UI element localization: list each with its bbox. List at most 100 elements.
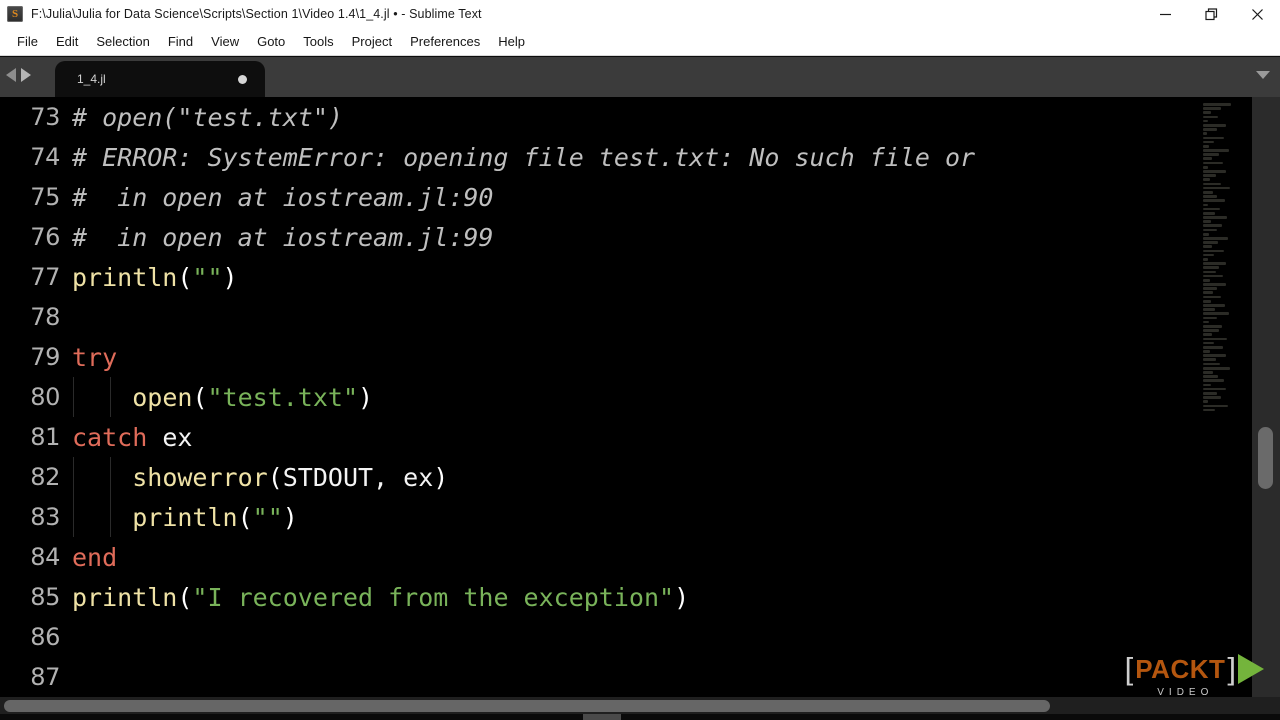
minimap-line (1203, 140, 1214, 144)
code-token: ( (177, 262, 193, 292)
minimap-line (1203, 304, 1225, 307)
menu-item-help[interactable]: Help (489, 31, 534, 52)
code-token: ( (237, 502, 253, 532)
minimap-line (1203, 278, 1211, 282)
minimize-button[interactable] (1142, 0, 1188, 28)
vertical-scrollbar[interactable] (1252, 97, 1280, 697)
line-number: 73 (30, 103, 60, 131)
horizontal-scrollbar-thumb[interactable] (4, 700, 1050, 712)
code-line-content: # ERROR: SystemError: opening file test.… (72, 137, 1200, 177)
minimap-line (1203, 324, 1222, 328)
code-token: "I recovered from the exception" (192, 582, 675, 612)
minimap-line (1203, 211, 1215, 215)
minimap-line (1203, 337, 1228, 341)
menu-item-file[interactable]: File (8, 31, 47, 52)
minimap-line (1203, 396, 1221, 399)
minimap-line (1203, 274, 1223, 278)
code-line[interactable]: 74 # ERROR: SystemError: opening file tes… (0, 137, 1200, 177)
minimap-line (1203, 366, 1230, 370)
menu-item-edit[interactable]: Edit (47, 31, 87, 52)
code-line-content: showerror(STDOUT, ex) (72, 457, 1200, 497)
code-area[interactable]: 73 # open("test.txt") 74 # ERROR: SystemErr… (0, 97, 1200, 697)
minimap-line (1203, 362, 1221, 366)
code-token: println (72, 262, 178, 292)
code-token: ) (674, 582, 690, 612)
code-token: println (132, 502, 238, 532)
menu-item-preferences[interactable]: Preferences (401, 31, 489, 52)
code-minimap[interactable] (1200, 97, 1252, 697)
code-line[interactable]: 87 (0, 657, 1200, 697)
code-line[interactable]: 79 try (0, 337, 1200, 377)
code-line[interactable]: 75 # in open at iostream.jl:90 (0, 177, 1200, 217)
menu-item-goto[interactable]: Goto (248, 31, 294, 52)
minimap-line (1203, 345, 1223, 349)
line-number: 75 (30, 183, 60, 211)
line-number: 84 (30, 543, 60, 571)
minimap-line (1203, 224, 1222, 228)
tab-bar: 1_4.jl (0, 57, 1280, 98)
video-player-control[interactable] (583, 714, 621, 720)
minimap-line (1203, 132, 1207, 135)
code-token: # in open at iostream.jl:99 (72, 222, 494, 252)
minimap-line (1203, 174, 1216, 177)
chevron-left-icon[interactable] (6, 68, 16, 82)
minimap-line (1203, 316, 1217, 320)
code-line[interactable]: 80 open("test.txt") (0, 377, 1200, 417)
minimap-line (1203, 287, 1218, 290)
line-number: 79 (30, 343, 60, 371)
code-line[interactable]: 85 println("I recovered from the exceptio… (0, 577, 1200, 617)
close-button[interactable] (1234, 0, 1280, 28)
code-line[interactable]: 82 showerror(STDOUT, ex) (0, 457, 1200, 497)
tab-modified-indicator[interactable] (238, 74, 247, 84)
code-token: ) (433, 462, 449, 492)
minimap-line (1203, 241, 1219, 244)
minimap-line (1203, 257, 1209, 261)
minimap-line (1203, 283, 1227, 286)
code-line[interactable]: 78 (0, 297, 1200, 337)
code-line-content: end (72, 537, 1200, 577)
code-line-content: # in open at iostream.jl:99 (72, 217, 1200, 257)
menu-item-tools[interactable]: Tools (294, 31, 342, 52)
minimap-line (1203, 245, 1212, 249)
menu-item-view[interactable]: View (202, 31, 248, 52)
tab-1_4-jl[interactable]: 1_4.jl (55, 61, 265, 97)
code-line-content (72, 617, 1200, 657)
indent-guide (73, 377, 74, 417)
code-token: ) (358, 382, 374, 412)
code-line[interactable]: 73 # open("test.txt") (0, 97, 1200, 137)
line-number: 81 (30, 423, 60, 451)
minimap-line (1203, 115, 1219, 119)
code-line[interactable]: 81 catch ex (0, 417, 1200, 457)
minimap-line (1203, 149, 1230, 152)
code-line[interactable]: 84 end (0, 537, 1200, 577)
minimap-line (1203, 182, 1221, 186)
line-number: 74 (30, 143, 60, 171)
minimap-line (1203, 387, 1227, 391)
code-token: try (72, 342, 118, 372)
menu-item-project[interactable]: Project (343, 31, 401, 52)
code-line[interactable]: 77 println("") (0, 257, 1200, 297)
line-number: 83 (30, 503, 60, 531)
indent-guide (110, 497, 111, 537)
minimap-line (1203, 111, 1212, 115)
window-bottom-edge (0, 714, 1280, 720)
menu-item-find[interactable]: Find (159, 31, 202, 52)
minimap-line (1203, 341, 1214, 345)
minimap-line (1203, 291, 1213, 295)
code-line[interactable]: 83 println("") (0, 497, 1200, 537)
chevron-down-icon[interactable] (1256, 71, 1270, 79)
code-token: "" (252, 502, 283, 532)
minimap-line (1203, 220, 1212, 223)
horizontal-scrollbar[interactable] (0, 697, 1280, 714)
code-line[interactable]: 86 (0, 617, 1200, 657)
minimap-line (1203, 391, 1217, 395)
minimap-line (1203, 329, 1220, 332)
menu-item-selection[interactable]: Selection (87, 31, 158, 52)
restore-button[interactable] (1188, 0, 1234, 28)
chevron-right-icon[interactable] (21, 68, 31, 82)
vertical-scrollbar-thumb[interactable] (1258, 427, 1273, 489)
code-line[interactable]: 76 # in open at iostream.jl:99 (0, 217, 1200, 257)
code-line-content: # open("test.txt") (72, 97, 1200, 137)
code-line-content: open("test.txt") (72, 377, 1200, 417)
